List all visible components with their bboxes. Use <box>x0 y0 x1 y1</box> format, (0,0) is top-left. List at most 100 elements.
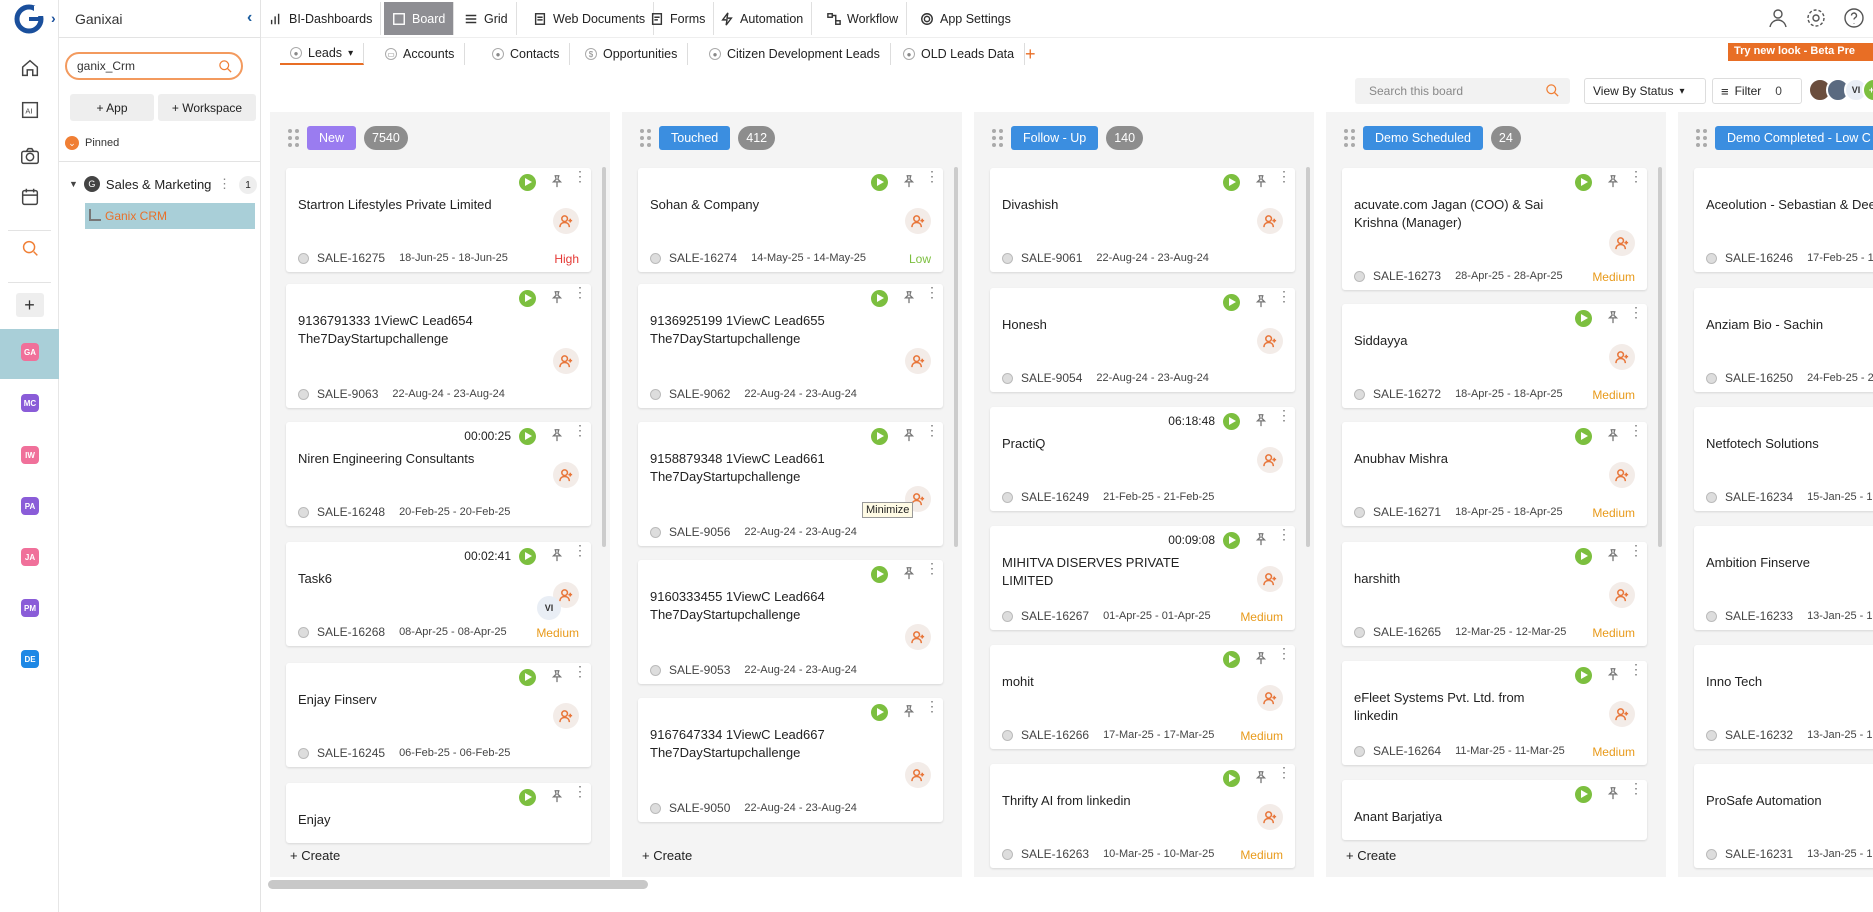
assign-user-icon[interactable] <box>905 208 931 234</box>
more-options-icon[interactable]: ⋮ <box>573 285 587 305</box>
pin-icon[interactable] <box>1606 667 1620 683</box>
play-timer-icon[interactable] <box>1575 428 1592 445</box>
pin-icon[interactable] <box>550 428 564 444</box>
settings-gear-icon[interactable] <box>1797 0 1835 36</box>
assign-user-icon[interactable] <box>553 703 579 729</box>
lead-card[interactable]: ⋮ProSafe AutomationSALE-1623113-Jan-25 -… <box>1694 764 1873 868</box>
create-card-button[interactable]: + Create <box>642 848 692 863</box>
lead-card[interactable]: ⋮ Divashish SALE-9061 22-Aug-24 - 23-Aug-24 <box>990 168 1295 272</box>
more-options-icon[interactable]: ⋮ <box>1629 662 1643 682</box>
play-timer-icon[interactable] <box>1223 532 1240 549</box>
add-subtab-icon[interactable]: + <box>1025 44 1036 65</box>
subtab-contacts[interactable]: ● Contacts <box>482 43 571 65</box>
more-options-icon[interactable]: ⋮ <box>1277 289 1291 309</box>
pin-icon[interactable] <box>902 566 916 582</box>
lead-card[interactable]: 00:00:25 ⋮ Niren Engineering Consultants SA… <box>286 422 591 526</box>
pin-icon[interactable] <box>1606 428 1620 444</box>
assign-user-icon[interactable] <box>1609 344 1635 370</box>
pin-icon[interactable] <box>1254 532 1268 548</box>
lead-card[interactable]: ⋮ 9136925199 1ViewC Lead655 The7DayStartu… <box>638 284 943 408</box>
app-search-input[interactable]: ganix_Crm <box>65 52 243 80</box>
pin-icon[interactable] <box>1254 413 1268 429</box>
more-options-icon[interactable]: ⋮ <box>573 664 587 684</box>
status-badge[interactable]: Follow - Up <box>1011 126 1099 150</box>
play-timer-icon[interactable] <box>1223 174 1240 191</box>
tab-workflow[interactable]: Workflow <box>819 2 908 35</box>
assign-user-icon[interactable] <box>553 348 579 374</box>
more-options-icon[interactable]: ⋮ <box>573 169 587 189</box>
workspace-group-sales-marketing[interactable]: ▼ G Sales & Marketing ⋮ 1 <box>69 176 257 194</box>
play-timer-icon[interactable] <box>1223 651 1240 668</box>
pin-icon[interactable] <box>550 174 564 190</box>
expand-chevron-icon[interactable]: › <box>51 10 56 26</box>
create-card-button[interactable]: + Create <box>290 848 340 863</box>
assignee-avatar[interactable]: VI <box>537 596 561 620</box>
tab-web-documents[interactable]: Web Documents <box>525 2 655 35</box>
add-workspace-button[interactable]: + <box>0 284 59 326</box>
more-options-icon[interactable]: ⋮ <box>1629 423 1643 443</box>
pin-icon[interactable] <box>902 704 916 720</box>
play-timer-icon[interactable] <box>519 789 536 806</box>
ganix-logo[interactable] <box>14 4 44 34</box>
tab-app-settings[interactable]: App Settings <box>912 2 1019 35</box>
assign-user-icon[interactable] <box>1257 447 1283 473</box>
assign-user-icon[interactable] <box>1257 566 1283 592</box>
play-timer-icon[interactable] <box>519 428 536 445</box>
subtab-leads[interactable]: ● Leads ▾ <box>280 43 365 65</box>
play-timer-icon[interactable] <box>1575 786 1592 803</box>
lead-card[interactable]: ⋮ harshith SALE-16265 12-Mar-25 - 12-Mar-25… <box>1342 542 1647 646</box>
column-scrollbar[interactable] <box>1658 167 1662 547</box>
lead-card[interactable]: ⋮Aceolution - Sebastian & DeeSALE-162461… <box>1694 168 1873 272</box>
view-by-status-dropdown[interactable]: View By Status ▾ <box>1584 78 1706 104</box>
collapse-chevron-icon[interactable]: ‹ <box>247 9 261 29</box>
lead-card[interactable]: ⋮ 9167647334 1ViewC Lead667 The7DayStartu… <box>638 698 943 822</box>
more-options-icon[interactable]: ⋮ <box>925 561 939 581</box>
create-card-button[interactable]: + Create <box>1346 848 1396 863</box>
more-options-icon[interactable]: ⋮ <box>573 423 587 443</box>
assign-user-icon[interactable] <box>1257 328 1283 354</box>
camera-icon[interactable] <box>0 135 59 177</box>
more-options-icon[interactable]: ⋮ <box>925 423 939 443</box>
drag-handle-icon[interactable] <box>992 129 1003 147</box>
pin-icon[interactable] <box>902 290 916 306</box>
lead-card[interactable]: ⋮ 9160333455 1ViewC Lead664 The7DayStartu… <box>638 560 943 684</box>
workspace-badge-iw[interactable]: IW <box>21 446 39 464</box>
search-icon[interactable] <box>218 59 233 74</box>
play-timer-icon[interactable] <box>1223 770 1240 787</box>
search-icon[interactable] <box>0 227 59 269</box>
pin-icon[interactable] <box>902 174 916 190</box>
play-timer-icon[interactable] <box>871 290 888 307</box>
ai-icon[interactable]: AI <box>0 89 59 131</box>
more-options-icon[interactable]: ⋮ <box>1629 781 1643 801</box>
play-timer-icon[interactable] <box>1575 310 1592 327</box>
assign-user-icon[interactable] <box>553 462 579 488</box>
workspace-badge-de[interactable]: DE <box>21 650 39 668</box>
workspace-badge-ga[interactable]: GA <box>21 343 39 361</box>
workspace-badge-pm[interactable]: PM <box>21 599 39 617</box>
lead-card[interactable]: 00:02:41 ⋮ Task6 SALE-16268 08-Apr-25 - 08-A… <box>286 542 591 646</box>
lead-card[interactable]: ⋮ Enjay <box>286 783 591 843</box>
play-timer-icon[interactable] <box>1575 548 1592 565</box>
search-icon[interactable] <box>1545 83 1560 98</box>
pin-icon[interactable] <box>1606 786 1620 802</box>
more-options-icon[interactable]: ⋮ <box>1629 543 1643 563</box>
lead-card[interactable]: ⋮Inno TechSALE-1623213-Jan-25 - 1 <box>1694 645 1873 749</box>
lead-card[interactable]: ⋮ Siddayya SALE-16272 18-Apr-25 - 18-Apr-25… <box>1342 304 1647 408</box>
play-timer-icon[interactable] <box>519 548 536 565</box>
lead-card[interactable]: ⋮Anziam Bio - SachinSALE-1625024-Feb-25 … <box>1694 288 1873 392</box>
lead-card[interactable]: ⋮ Thrifty AI from linkedin SALE-16263 10-Ma… <box>990 764 1295 868</box>
drag-handle-icon[interactable] <box>1344 129 1355 147</box>
assign-user-icon[interactable] <box>1609 582 1635 608</box>
app-ganix-crm[interactable]: Ganix CRM <box>85 203 255 229</box>
more-options-icon[interactable]: ⋮ <box>925 699 939 719</box>
status-badge[interactable]: New <box>307 126 357 150</box>
help-icon[interactable] <box>1835 0 1873 36</box>
more-options-icon[interactable]: ⋮ <box>925 285 939 305</box>
assign-user-icon[interactable] <box>905 624 931 650</box>
play-timer-icon[interactable] <box>1223 294 1240 311</box>
pin-icon[interactable] <box>1254 174 1268 190</box>
more-options-icon[interactable]: ⋮ <box>1277 765 1291 785</box>
pin-icon[interactable] <box>550 548 564 564</box>
drag-handle-icon[interactable] <box>288 129 299 147</box>
play-timer-icon[interactable] <box>1575 667 1592 684</box>
